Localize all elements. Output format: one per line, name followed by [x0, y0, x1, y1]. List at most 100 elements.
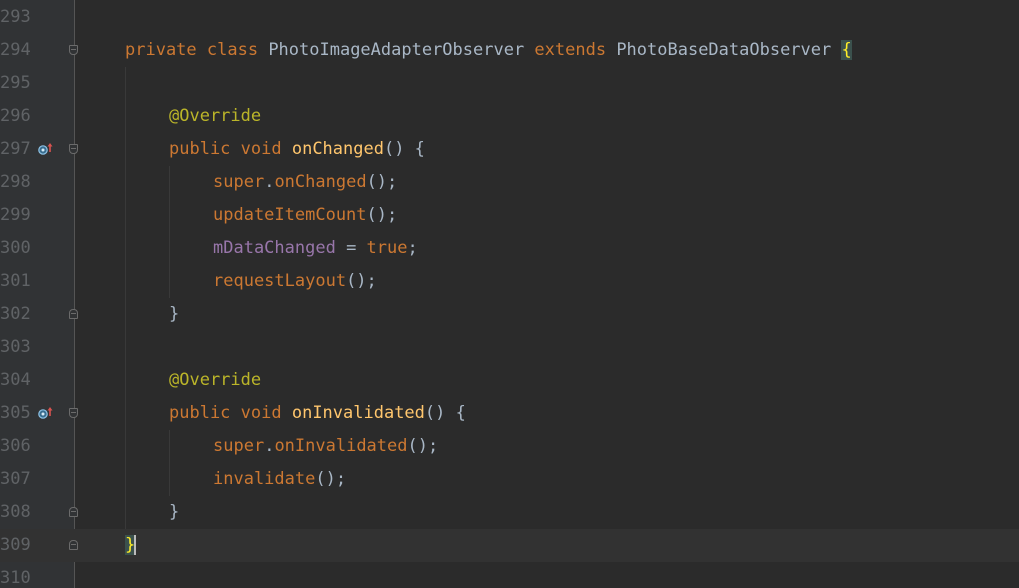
code-text[interactable]: requestLayout();	[213, 265, 377, 298]
code-token: public	[169, 139, 241, 159]
indent-guide	[169, 166, 170, 298]
code-token: () {	[383, 139, 425, 159]
code-line[interactable]: 298 super.onChanged();	[0, 166, 1019, 199]
code-text[interactable]: invalidate();	[213, 463, 346, 496]
code-line[interactable]: 307 invalidate();	[0, 463, 1019, 496]
code-text[interactable]: }	[125, 529, 137, 562]
code-token: void	[240, 139, 292, 159]
code-line[interactable]: 294 private class PhotoImageAdapterObserv…	[0, 34, 1019, 67]
fold-collapse-icon[interactable]	[69, 408, 78, 418]
code-token: ();	[407, 436, 439, 456]
fold-collapse-icon[interactable]	[69, 144, 78, 154]
code-text[interactable]: super.onChanged();	[213, 166, 397, 199]
code-line[interactable]: 305 public void onInvalidated() {	[0, 397, 1019, 430]
line-number[interactable]: 305	[0, 397, 31, 430]
line-number[interactable]: 299	[0, 199, 31, 232]
line-number[interactable]: 302	[0, 298, 31, 331]
code-token: @Override	[169, 370, 262, 390]
override-gutter-icon[interactable]	[38, 406, 54, 420]
code-line[interactable]: 293	[0, 1, 1019, 34]
line-number[interactable]: 295	[0, 67, 31, 100]
line-number[interactable]: 300	[0, 232, 31, 265]
code-token: onChanged	[291, 139, 384, 159]
matched-brace: {	[841, 40, 852, 60]
indent-guide	[169, 430, 170, 496]
line-number[interactable]: 310	[0, 562, 31, 588]
code-line[interactable]: 308}	[0, 496, 1019, 529]
fold-end-icon[interactable]	[69, 540, 78, 550]
code-token: class	[206, 40, 269, 60]
line-number[interactable]: 298	[0, 166, 31, 199]
code-line[interactable]: 310	[0, 562, 1019, 588]
code-line[interactable]: 299 updateItemCount();	[0, 199, 1019, 232]
code-token: @Override	[169, 106, 262, 126]
code-line[interactable]: 301 requestLayout();	[0, 265, 1019, 298]
line-number[interactable]: 301	[0, 265, 31, 298]
code-token: ();	[366, 172, 398, 192]
code-token: onInvalidated	[274, 436, 408, 456]
code-line[interactable]: 303	[0, 331, 1019, 364]
code-token: public	[169, 403, 241, 423]
code-token: =	[335, 238, 367, 258]
code-line[interactable]: 296 @Override	[0, 100, 1019, 133]
indent-guide	[125, 67, 126, 529]
line-number[interactable]: 294	[0, 34, 31, 67]
code-token: requestLayout	[213, 271, 347, 291]
code-token: invalidate	[213, 469, 316, 489]
code-token: mDataChanged	[213, 238, 336, 258]
line-number[interactable]: 304	[0, 364, 31, 397]
code-token: private	[125, 40, 207, 60]
line-number[interactable]: 309	[0, 529, 31, 562]
code-text[interactable]: private class PhotoImageAdapterObserver …	[125, 34, 852, 67]
line-number[interactable]: 303	[0, 331, 31, 364]
code-token: true	[366, 238, 408, 258]
code-token: ();	[346, 271, 377, 291]
current-line-highlight	[75, 529, 1019, 562]
code-token: ();	[315, 469, 347, 489]
code-token: super	[213, 172, 265, 192]
code-token: onChanged	[274, 172, 367, 192]
code-token: ();	[366, 205, 398, 225]
code-line[interactable]: 309}	[0, 529, 1019, 562]
line-number[interactable]: 296	[0, 100, 31, 133]
line-number[interactable]: 306	[0, 430, 31, 463]
code-text[interactable]: updateItemCount();	[213, 199, 397, 232]
code-token: .	[264, 436, 275, 456]
code-token: PhotoBaseDataObserver	[616, 40, 842, 60]
text-caret	[134, 535, 137, 555]
fold-end-icon[interactable]	[69, 309, 78, 319]
code-line[interactable]: 304 @Override	[0, 364, 1019, 397]
code-line[interactable]: 295	[0, 67, 1019, 100]
code-text[interactable]: mDataChanged = true;	[213, 232, 418, 265]
code-text[interactable]: @Override	[169, 100, 261, 133]
code-token: () {	[424, 403, 466, 423]
line-number[interactable]: 308	[0, 496, 31, 529]
line-number[interactable]: 297	[0, 133, 31, 166]
code-line[interactable]: 297 public void onChanged() {	[0, 133, 1019, 166]
code-token: onInvalidated	[291, 403, 425, 423]
code-text[interactable]: public void onChanged() {	[169, 133, 425, 166]
code-text[interactable]: }	[169, 298, 179, 331]
code-token: }	[169, 502, 180, 522]
code-editor[interactable]: 293 294 private class PhotoImageAdapterObs…	[0, 0, 1019, 588]
code-token: }	[169, 304, 180, 324]
line-number[interactable]: 293	[0, 1, 31, 34]
fold-end-icon[interactable]	[69, 507, 78, 517]
code-token: extends	[534, 40, 617, 60]
code-text[interactable]: @Override	[169, 364, 261, 397]
code-text[interactable]: super.onInvalidated();	[213, 430, 438, 463]
code-text[interactable]: public void onInvalidated() {	[169, 397, 466, 430]
code-token: updateItemCount	[213, 205, 367, 225]
override-gutter-icon[interactable]	[38, 142, 54, 156]
code-token: ;	[407, 238, 418, 258]
code-line[interactable]: 302}	[0, 298, 1019, 331]
code-text[interactable]: }	[169, 496, 179, 529]
code-token: super	[213, 436, 265, 456]
code-line[interactable]: 306 super.onInvalidated();	[0, 430, 1019, 463]
line-number[interactable]: 307	[0, 463, 31, 496]
code-line[interactable]: 300 mDataChanged = true;	[0, 232, 1019, 265]
fold-collapse-icon[interactable]	[69, 45, 78, 55]
code-token: PhotoImageAdapterObserver	[268, 40, 535, 60]
code-token: void	[240, 403, 292, 423]
code-token: .	[264, 172, 275, 192]
